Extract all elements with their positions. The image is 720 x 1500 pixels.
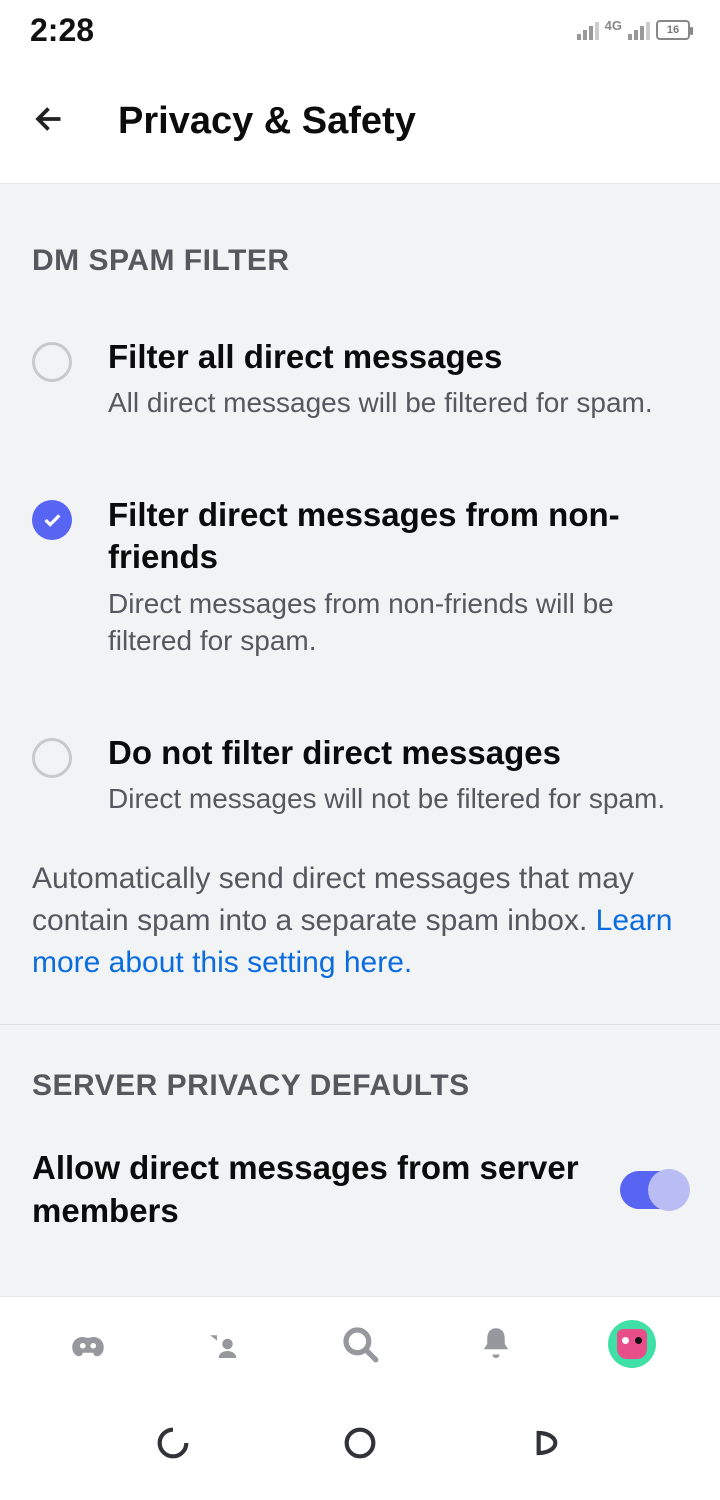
allow-dm-label: Allow direct messages from server member… [32, 1147, 600, 1233]
footer-text: Automatically send direct messages that … [32, 862, 634, 937]
tab-notifications[interactable] [472, 1320, 520, 1368]
radio-subtitle: All direct messages will be filtered for… [108, 384, 688, 422]
radio-icon [32, 342, 72, 382]
search-icon [339, 1323, 381, 1365]
allow-dm-toggle[interactable] [620, 1171, 688, 1209]
page-title: Privacy & Safety [118, 100, 416, 143]
radio-checked-icon [32, 500, 72, 540]
spam-filter-radio-group: Filter all direct messages All direct me… [0, 278, 720, 854]
bottom-tab-bar [0, 1296, 720, 1390]
radio-option-filter-nonfriends[interactable]: Filter direct messages from non-friends … [32, 458, 688, 696]
nav-home[interactable] [340, 1423, 380, 1468]
circle-icon [340, 1423, 380, 1463]
battery-icon: 16 [656, 20, 690, 40]
app-header: Privacy & Safety [0, 60, 720, 184]
tab-search[interactable] [336, 1320, 384, 1368]
tab-profile[interactable] [608, 1320, 656, 1368]
status-bar: 2:28 4G 16 [0, 0, 720, 60]
radio-subtitle: Direct messages from non-friends will be… [108, 585, 688, 661]
signal-icon-2 [628, 20, 650, 40]
avatar-icon [617, 1329, 647, 1359]
radio-title: Filter direct messages from non-friends [108, 494, 688, 578]
toggle-knob [648, 1169, 690, 1211]
recent-icon [153, 1423, 193, 1463]
arrow-left-icon [32, 101, 68, 137]
section-header-server: SERVER PRIVACY DEFAULTS [0, 1025, 720, 1103]
check-icon [41, 509, 63, 531]
friends-icon [203, 1323, 245, 1365]
status-time: 2:28 [30, 12, 94, 49]
section-header-spam: DM SPAM FILTER [0, 184, 720, 278]
radio-title: Do not filter direct messages [108, 732, 688, 774]
allow-dm-toggle-row[interactable]: Allow direct messages from server member… [0, 1103, 720, 1243]
back-button[interactable] [32, 101, 68, 142]
radio-option-filter-all[interactable]: Filter all direct messages All direct me… [32, 300, 688, 458]
radio-icon [32, 738, 72, 778]
radio-title: Filter all direct messages [108, 336, 688, 378]
nav-back[interactable] [527, 1423, 567, 1468]
signal-icon [577, 20, 599, 40]
nav-recent[interactable] [153, 1423, 193, 1468]
status-icons: 4G 16 [577, 18, 690, 43]
tab-friends[interactable] [200, 1320, 248, 1368]
radio-option-no-filter[interactable]: Do not filter direct messages Direct mes… [32, 696, 688, 854]
tab-home[interactable] [64, 1320, 112, 1368]
network-label: 4G [605, 18, 622, 33]
radio-subtitle: Direct messages will not be filtered for… [108, 780, 688, 818]
discord-icon [67, 1323, 109, 1365]
system-nav-bar [0, 1390, 720, 1500]
bell-icon [475, 1323, 517, 1365]
spam-section-footer: Automatically send direct messages that … [0, 854, 720, 1024]
back-nav-icon [527, 1423, 567, 1463]
